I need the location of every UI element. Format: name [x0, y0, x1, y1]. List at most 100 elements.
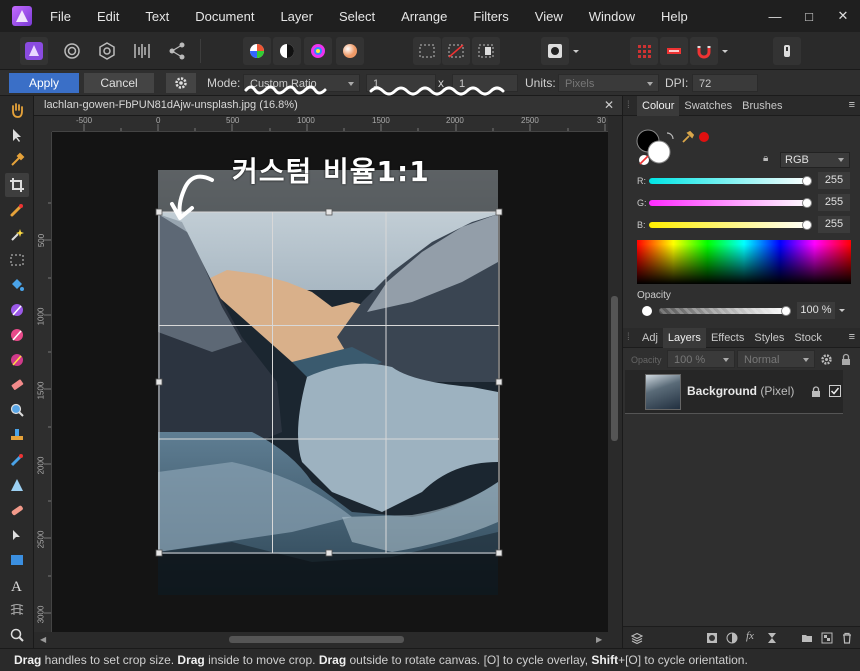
- current-colour-swatch[interactable]: [698, 131, 710, 143]
- paint-brush-tool-icon[interactable]: [7, 300, 27, 320]
- g-value-field[interactable]: 255: [818, 194, 850, 211]
- crop-settings-gear-icon[interactable]: [166, 73, 196, 93]
- snapping-grid-icon[interactable]: [630, 37, 658, 65]
- layer-row-background[interactable]: Background (Pixel): [625, 370, 843, 414]
- tab-styles[interactable]: Styles: [749, 328, 789, 348]
- dpi-field[interactable]: 72: [692, 74, 758, 92]
- horizontal-ruler[interactable]: -500 0 500 1000 1500 2000 2500 30: [52, 116, 608, 132]
- blend-mode-select[interactable]: Normal: [737, 350, 815, 368]
- horizontal-scroll-thumb[interactable]: [229, 636, 404, 643]
- tab-stock[interactable]: Stock: [789, 328, 827, 348]
- panel-grip-icon[interactable]: ⁞: [623, 332, 637, 343]
- force-pixel-alignment-icon[interactable]: [660, 37, 688, 65]
- panel-grip-icon[interactable]: ⁞: [623, 100, 637, 111]
- auto-colors-icon[interactable]: [304, 37, 332, 65]
- auto-levels-icon[interactable]: [243, 37, 271, 65]
- flood-select-tool-icon[interactable]: [7, 225, 27, 245]
- b-value-field[interactable]: 255: [818, 216, 850, 233]
- tab-effects[interactable]: Effects: [706, 328, 749, 348]
- units-select[interactable]: Pixels: [558, 74, 659, 92]
- mesh-warp-tool-icon[interactable]: [7, 600, 27, 620]
- tone-mapping-persona-icon[interactable]: [128, 37, 156, 65]
- horizontal-scrollbar[interactable]: ◀ ▶: [34, 632, 622, 648]
- export-persona-icon[interactable]: [163, 37, 191, 65]
- tab-brushes[interactable]: Brushes: [737, 96, 787, 116]
- menu-edit[interactable]: Edit: [97, 9, 119, 24]
- lock-icon[interactable]: 🔒︎: [763, 153, 775, 165]
- layer-settings-gear-icon[interactable]: [820, 353, 833, 366]
- flood-fill-tool-icon[interactable]: [7, 275, 27, 295]
- new-pixel-layer-icon[interactable]: [821, 632, 833, 644]
- color-replacement-brush-icon[interactable]: [7, 325, 27, 345]
- vertical-ruler[interactable]: 500 1000 1500 2000 2500 3000: [34, 132, 52, 632]
- eyedropper-icon[interactable]: [681, 130, 695, 144]
- document-close-icon[interactable]: ✕: [604, 98, 614, 112]
- mask-layer-icon[interactable]: [706, 632, 718, 644]
- canvas[interactable]: 커스텀 비율1:1: [52, 132, 608, 632]
- menu-layer[interactable]: Layer: [280, 9, 313, 24]
- scroll-left-icon[interactable]: ◀: [40, 635, 46, 644]
- opacity-slider-knob[interactable]: [781, 306, 791, 316]
- snapping-magnet-icon[interactable]: [690, 37, 718, 65]
- colour-spectrum[interactable]: [637, 240, 851, 284]
- menu-help[interactable]: Help: [661, 9, 688, 24]
- erase-brush-icon[interactable]: [7, 375, 27, 395]
- menu-file[interactable]: File: [50, 9, 71, 24]
- menu-window[interactable]: Window: [589, 9, 635, 24]
- quick-mask-icon[interactable]: [541, 37, 569, 65]
- develop-persona-icon[interactable]: [93, 37, 121, 65]
- healing-brush-icon[interactable]: [7, 450, 27, 470]
- layer-opacity-select[interactable]: 100 %: [667, 350, 735, 368]
- tab-adjustments[interactable]: Adj: [637, 328, 663, 348]
- close-button[interactable]: ✕: [826, 0, 860, 32]
- menu-document[interactable]: Document: [195, 9, 254, 24]
- auto-white-balance-icon[interactable]: [336, 37, 364, 65]
- r-value-field[interactable]: 255: [818, 172, 850, 189]
- opacity-value-field[interactable]: 100 %: [797, 302, 835, 319]
- snapping-dropdown-chevron-icon[interactable]: [718, 37, 732, 65]
- panel-menu-icon[interactable]: ≡: [849, 331, 855, 343]
- selection-brush-tool-icon[interactable]: [7, 200, 27, 220]
- layers-stack-icon[interactable]: [631, 632, 643, 644]
- marquee-tool-icon[interactable]: [7, 250, 27, 270]
- assistant-options-icon[interactable]: [773, 37, 801, 65]
- menu-text[interactable]: Text: [145, 9, 169, 24]
- vertical-scroll-thumb[interactable]: [611, 296, 618, 441]
- pen-tool-icon[interactable]: [7, 525, 27, 545]
- g-slider-track[interactable]: [649, 200, 809, 206]
- b-slider-knob[interactable]: [802, 220, 812, 230]
- scroll-right-icon[interactable]: ▶: [596, 635, 602, 644]
- r-slider-knob[interactable]: [802, 176, 812, 186]
- tab-layers[interactable]: Layers: [662, 327, 706, 348]
- new-group-folder-icon[interactable]: [801, 632, 813, 644]
- colour-model-select[interactable]: RGB: [780, 152, 850, 168]
- crop-tool-icon[interactable]: [5, 173, 29, 197]
- auto-contrast-icon[interactable]: [273, 37, 301, 65]
- dodge-brush-icon[interactable]: [7, 350, 27, 370]
- opacity-dropdown-chevron-icon[interactable]: [837, 306, 847, 316]
- document-tab[interactable]: lachlan-gowen-FbPUN81dAjw-unsplash.jpg (…: [34, 96, 622, 116]
- tab-swatches[interactable]: Swatches: [679, 96, 737, 116]
- g-slider-knob[interactable]: [802, 198, 812, 208]
- menu-view[interactable]: View: [535, 9, 563, 24]
- move-tool-icon[interactable]: [7, 125, 27, 145]
- minimize-button[interactable]: —: [758, 0, 792, 32]
- invert-selection-icon[interactable]: [472, 37, 500, 65]
- menu-filters[interactable]: Filters: [473, 9, 508, 24]
- tab-colour[interactable]: Colour: [637, 95, 680, 116]
- opacity-slider-track[interactable]: [659, 308, 787, 314]
- marquee-select-icon[interactable]: [413, 37, 441, 65]
- hand-tool-icon[interactable]: [7, 100, 27, 120]
- rectangle-shape-icon[interactable]: [7, 550, 27, 570]
- photo-persona-icon[interactable]: [20, 37, 48, 65]
- quick-mask-dropdown-chevron-icon[interactable]: [569, 37, 583, 65]
- fill-stroke-selector[interactable]: [635, 128, 687, 168]
- color-picker-tool-icon[interactable]: [7, 150, 27, 170]
- liquify-persona-icon[interactable]: [58, 37, 86, 65]
- blemish-removal-icon[interactable]: [7, 500, 27, 520]
- cancel-button[interactable]: Cancel: [84, 73, 154, 93]
- layer-lock-icon[interactable]: [840, 353, 852, 366]
- apply-button[interactable]: Apply: [9, 73, 79, 93]
- layer-lock-toggle-icon[interactable]: [811, 386, 821, 398]
- panel-menu-icon[interactable]: ≡: [849, 99, 855, 111]
